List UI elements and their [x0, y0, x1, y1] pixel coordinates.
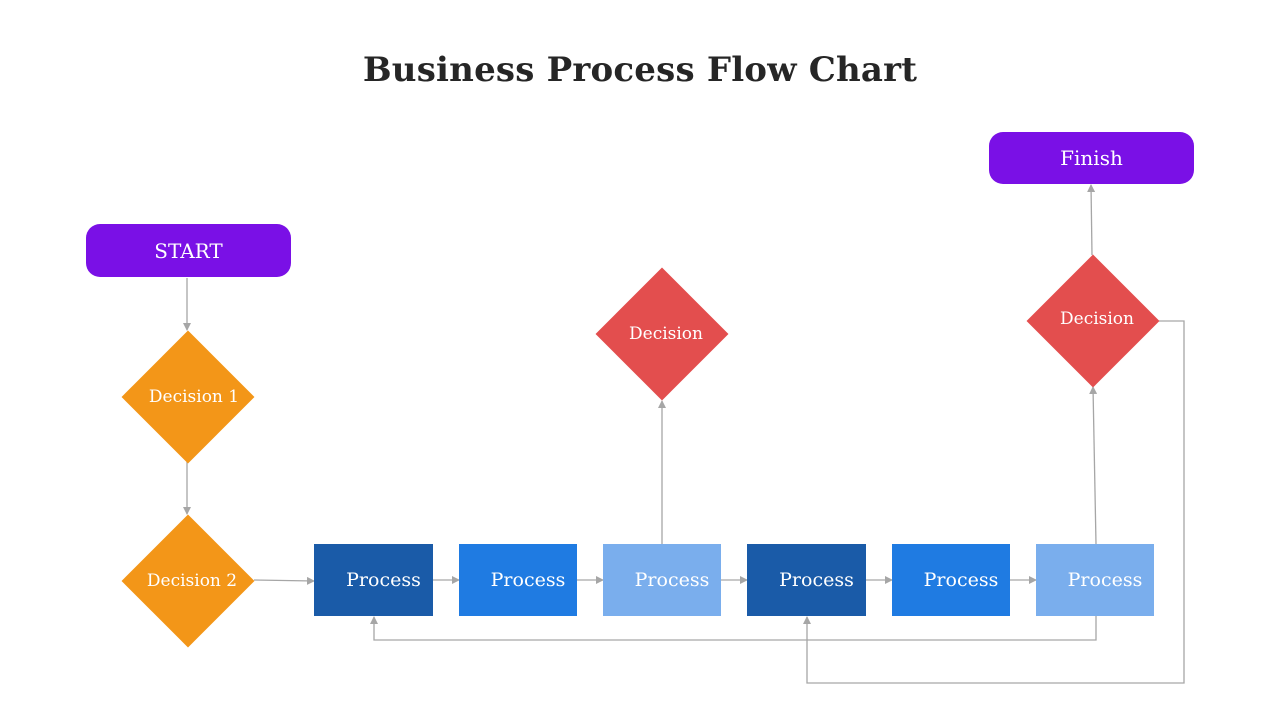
decision1-node: Decision 1	[121, 330, 255, 464]
process-node-5: Process	[892, 544, 1010, 616]
process-label: Process	[634, 569, 710, 591]
process-node-4: Process	[747, 544, 866, 616]
start-node: START	[86, 224, 291, 277]
process-label: Process	[346, 569, 421, 591]
edge-decision-right-to-finish	[1087, 184, 1096, 256]
edge-process6-loop-to-process1	[370, 616, 1097, 641]
process-node-1: Process	[314, 544, 433, 616]
decision2-node: Decision 2	[121, 514, 255, 648]
process-node-2: Process	[459, 544, 577, 616]
edge-decision2-to-process1	[253, 576, 315, 585]
finish-label: Finish	[1060, 146, 1123, 170]
process-label: Process	[490, 569, 566, 591]
decision2-label: Decision 2	[146, 571, 238, 591]
process-node-6: Process	[1036, 544, 1154, 616]
decision-mid-node: Decision	[595, 267, 729, 401]
process-label: Process	[779, 569, 854, 591]
decision-mid-label: Decision	[629, 324, 703, 344]
edge-process6-to-decision-right	[1089, 386, 1098, 545]
decision-right-label: Decision	[1060, 309, 1134, 329]
decision-right-node: Decision	[1026, 254, 1160, 388]
process-node-3: Process	[603, 544, 721, 616]
start-label: START	[154, 238, 223, 263]
process-label: Process	[923, 569, 999, 591]
finish-node: Finish	[989, 132, 1194, 184]
decision1-label: Decision 1	[148, 387, 240, 407]
process-label: Process	[1067, 569, 1143, 591]
